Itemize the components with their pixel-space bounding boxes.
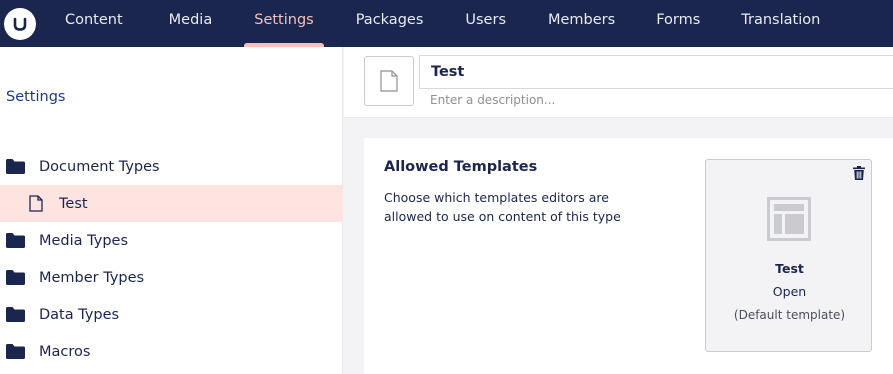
document-type-description-input[interactable] <box>419 89 889 111</box>
document-type-icon-picker[interactable] <box>364 56 414 106</box>
tree-item-label: Document Types <box>39 158 160 175</box>
document-icon <box>29 195 43 212</box>
folder-icon <box>6 233 25 248</box>
editor-header <box>344 47 893 118</box>
folder-icon <box>6 159 25 174</box>
tree-item-label: Macros <box>39 343 91 360</box>
document-icon <box>380 70 398 92</box>
nav-content[interactable]: Content <box>65 0 123 47</box>
nav-translation[interactable]: Translation <box>741 0 820 47</box>
template-layout-icon <box>767 197 811 241</box>
nav-forms[interactable]: Forms <box>656 0 700 47</box>
nav-users[interactable]: Users <box>465 0 506 47</box>
tree-item-label: Member Types <box>39 269 145 286</box>
umbraco-logo-icon <box>13 17 27 31</box>
tree-item-data-types[interactable]: Data Types <box>0 296 343 333</box>
tree-item-member-types[interactable]: Member Types <box>0 259 343 296</box>
nav-packages[interactable]: Packages <box>356 0 424 47</box>
template-name: Test <box>775 261 804 276</box>
default-template-label: (Default template) <box>733 308 846 322</box>
nav-settings[interactable]: Settings <box>244 0 325 47</box>
folder-icon <box>6 307 25 322</box>
document-type-name-input[interactable] <box>419 55 893 89</box>
top-navigation-bar: Content Media Settings Packages Users Me… <box>0 0 893 47</box>
sidebar-title: Settings <box>6 89 66 105</box>
folder-icon <box>6 270 25 285</box>
allowed-templates-description: Choose which templates editors are allow… <box>384 190 621 224</box>
umbraco-logo[interactable] <box>4 7 36 40</box>
tree-item-label: Media Types <box>39 232 129 249</box>
template-open-link[interactable]: Open <box>706 284 873 299</box>
allowed-templates-panel: Allowed Templates Choose which templates… <box>364 138 893 374</box>
tree-item-label: Test <box>59 195 88 212</box>
tree-item-media-types[interactable]: Media Types <box>0 222 343 259</box>
section-nav: Content Media Settings Packages Users Me… <box>65 0 820 47</box>
allowed-templates-title: Allowed Templates <box>384 159 538 175</box>
folder-icon <box>6 344 25 359</box>
template-card[interactable]: Test Open (Default template) <box>705 159 872 352</box>
tree-item-label: Data Types <box>39 306 120 323</box>
nav-media[interactable]: Media <box>169 0 213 47</box>
tree-item-macros[interactable]: Macros <box>0 333 343 370</box>
nav-members[interactable]: Members <box>548 0 615 47</box>
tree-item-document-types[interactable]: Document Types <box>0 148 343 185</box>
tree-item-test[interactable]: Test <box>0 185 343 222</box>
trash-icon[interactable] <box>853 166 865 180</box>
settings-tree-sidebar: Settings Document Types Test Media Types… <box>0 47 343 374</box>
